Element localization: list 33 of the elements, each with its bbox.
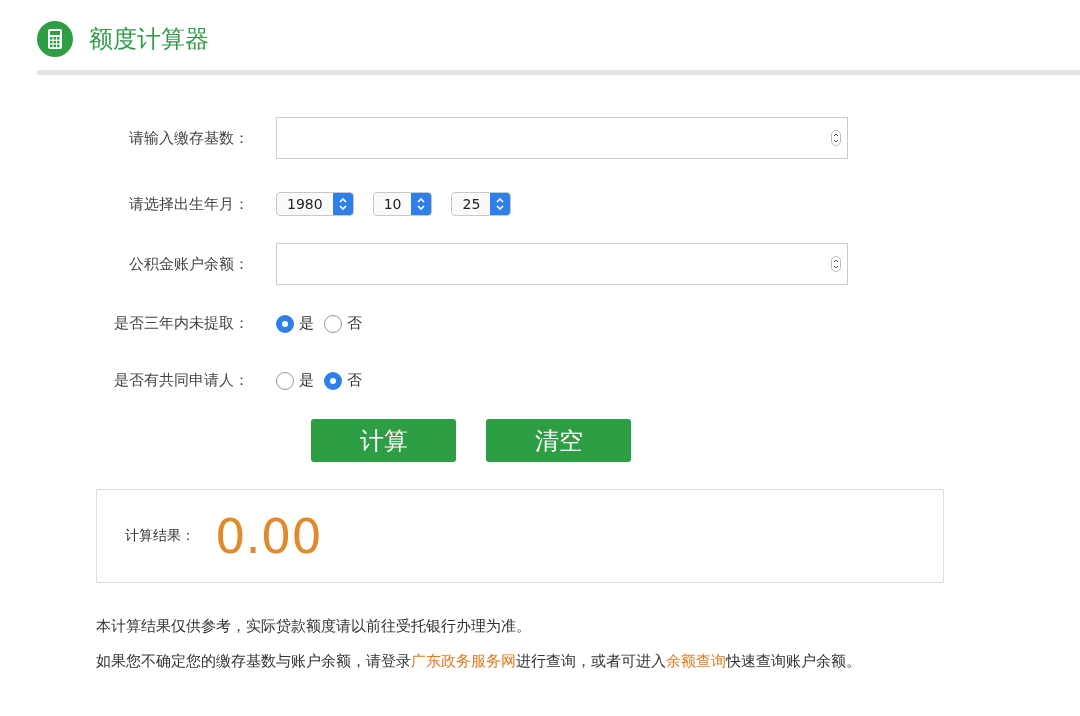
note-link[interactable]: 广东政务服务网 — [411, 652, 516, 670]
up-down-arrows-icon[interactable] — [337, 197, 348, 211]
radio-label: 是 — [299, 314, 314, 333]
field-label: 公积金账户余额： — [128, 254, 249, 274]
field-label: 是否三年内未提取： — [113, 314, 249, 333]
result-label: 计算结果： — [125, 527, 195, 545]
note-text: 本计算结果仅供参考，实际贷款额度请以前往受托银行办理为准。 — [96, 617, 532, 636]
calculator-icon — [37, 21, 73, 57]
calculate-button[interactable]: 计算 — [311, 419, 456, 462]
dropdown-select[interactable]: 1980 — [276, 192, 354, 216]
result-value: 0.00 — [215, 508, 322, 564]
number-input-field[interactable] — [276, 243, 848, 285]
radio-label: 否 — [347, 371, 362, 390]
radio-button[interactable] — [324, 314, 342, 333]
radio-button[interactable] — [276, 314, 294, 333]
note-link[interactable]: 余额查询 — [666, 652, 726, 670]
field-label: 请输入缴存基数： — [128, 128, 249, 148]
stepper-icon[interactable] — [831, 130, 841, 146]
clear-button[interactable]: 清空 — [486, 419, 631, 462]
radio-button[interactable] — [276, 371, 294, 390]
stepper-icon[interactable] — [831, 256, 841, 272]
dropdown-select[interactable]: 25 — [451, 192, 512, 216]
field-label: 请选择出生年月： — [128, 194, 249, 214]
radio-label: 是 — [299, 371, 314, 390]
dropdown-select[interactable]: 10 — [372, 192, 433, 216]
field-label: 是否有共同申请人： — [113, 371, 249, 390]
up-down-arrows-icon[interactable] — [416, 197, 427, 211]
radio-label: 否 — [347, 314, 362, 333]
radio-button[interactable] — [324, 371, 342, 390]
up-down-arrows-icon[interactable] — [495, 197, 506, 211]
note-text: 如果您不确定您的缴存基数与账户余额，请登录广东政务服务网进行查询，或者可进入余额查询快速查询账户余额。 — [96, 652, 862, 671]
page-title: 额度计算器 — [89, 24, 209, 55]
number-input-field[interactable] — [276, 117, 848, 159]
